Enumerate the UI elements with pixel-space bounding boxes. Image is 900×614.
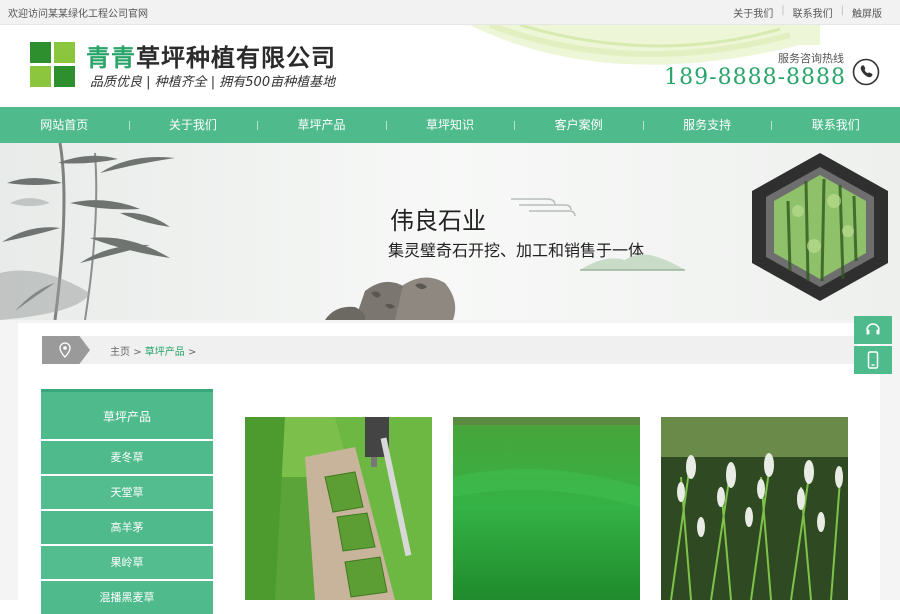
- sidebar-title: 草坪产品: [41, 389, 213, 439]
- nav-item-support[interactable]: 服务支持: [642, 107, 772, 143]
- company-name[interactable]: 青青草坪种植有限公司: [86, 38, 336, 73]
- phone-icon: [852, 58, 880, 86]
- rocks-illustration: [325, 277, 456, 320]
- four-square-logo-icon[interactable]: [30, 42, 75, 87]
- nav-item-products[interactable]: 草坪产品: [257, 107, 386, 143]
- bamboo-ink-illustration: [0, 143, 175, 320]
- hotline-label: 服务咨询热线: [778, 52, 844, 65]
- breadcrumb: 主页 > 草坪产品 >: [42, 336, 857, 364]
- company-name-rest: 草坪种植有限公司: [136, 44, 336, 72]
- product-image-ornamental-grass[interactable]: [661, 417, 848, 600]
- sidebar-item-tiantang[interactable]: 天堂草: [41, 476, 213, 509]
- breadcrumb-separator: >: [187, 347, 197, 358]
- top-link-contact[interactable]: 联系我们: [793, 5, 833, 20]
- hero-banner[interactable]: 伟良石业 集灵璧奇石开挖、加工和销售于一体: [0, 143, 900, 320]
- product-image-sod-laying[interactable]: [245, 417, 432, 600]
- ornamental-grass-photo: [661, 417, 848, 600]
- top-link-divider: |: [781, 5, 785, 16]
- nav-item-cases[interactable]: 客户案例: [514, 107, 643, 143]
- top-link-about[interactable]: 关于我们: [733, 5, 773, 20]
- banner-title: 伟良石业: [390, 207, 486, 235]
- breadcrumb-current-link[interactable]: 草坪产品: [145, 347, 185, 358]
- hills-ornament: [580, 254, 685, 271]
- bamboo-window-illustration: [752, 153, 888, 301]
- mobile-float-button[interactable]: [854, 346, 892, 374]
- breadcrumb-home-link[interactable]: 主页: [110, 347, 130, 358]
- lawn-photo: [453, 417, 640, 600]
- top-utility-bar: 欢迎访问某某绿化工程公司官网 关于我们 | 联系我们 | 触屏版: [0, 0, 900, 25]
- main-nav: 网站首页 关于我们 草坪产品 草坪知识 客户案例 服务支持 联系我们: [0, 107, 900, 143]
- nav-item-knowledge[interactable]: 草坪知识: [385, 107, 515, 143]
- welcome-text: 欢迎访问某某绿化工程公司官网: [8, 9, 148, 20]
- top-link-mobile[interactable]: 触屏版: [852, 5, 882, 20]
- top-links: 关于我们 | 联系我们 | 触屏版: [733, 5, 882, 20]
- consult-float-button[interactable]: [854, 316, 892, 344]
- sod-laying-photo: [245, 417, 432, 600]
- product-grid: [245, 417, 870, 600]
- sidebar-item-maidong[interactable]: 麦冬草: [41, 441, 213, 474]
- sidebar-item-guoling[interactable]: 果岭草: [41, 546, 213, 579]
- product-image-lawn[interactable]: [453, 417, 640, 600]
- top-link-divider: |: [840, 5, 844, 16]
- breadcrumb-trail: 主页 > 草坪产品 >: [110, 343, 196, 358]
- headset-icon: [866, 323, 880, 335]
- main-content: 主页 > 草坪产品 > 草坪产品 麦冬草 天堂草 高羊茅 果岭草 混播黑麦草: [18, 323, 880, 614]
- hotline-number: 189-8888-8888: [664, 65, 846, 90]
- product-category-sidebar: 草坪产品 麦冬草 天堂草 高羊茅 果岭草 混播黑麦草: [41, 389, 213, 614]
- site-header: 青青草坪种植有限公司 品质优良 | 种植齐全 | 拥有500亩种植基地 服务咨询…: [0, 25, 900, 107]
- location-tab: [42, 336, 90, 364]
- cloud-ornament: [511, 198, 576, 217]
- nav-item-about[interactable]: 关于我们: [128, 107, 258, 143]
- mobile-icon: [867, 351, 879, 369]
- nav-item-contact[interactable]: 联系我们: [771, 107, 900, 143]
- company-slogan: 品质优良 | 种植齐全 | 拥有500亩种植基地: [90, 75, 336, 90]
- nav-item-home[interactable]: 网站首页: [0, 107, 129, 143]
- breadcrumb-separator: >: [133, 347, 142, 358]
- company-name-accent: 青青: [86, 44, 136, 72]
- sidebar-item-gaoyangmao[interactable]: 高羊茅: [41, 511, 213, 544]
- sidebar-item-heimai[interactable]: 混播黑麦草: [41, 581, 213, 614]
- location-pin-icon: [59, 342, 71, 358]
